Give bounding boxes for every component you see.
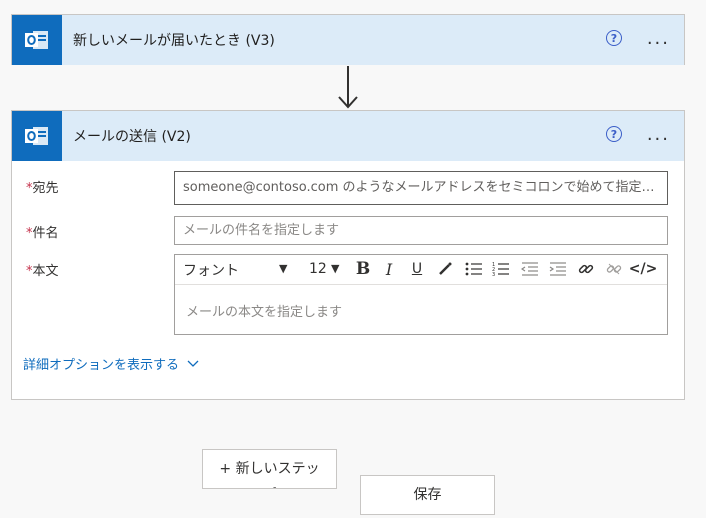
bulleted-list-icon[interactable] (463, 259, 485, 279)
show-advanced-options-link[interactable]: 詳細オプションを表示する (23, 354, 199, 373)
to-label: *宛先 (26, 177, 59, 196)
chevron-down-icon (187, 360, 199, 367)
arrow-down-icon (338, 66, 358, 109)
to-label-text: 宛先 (32, 181, 59, 196)
more-options-icon[interactable]: ... (647, 124, 670, 145)
chevron-down-icon[interactable]: ▼ (331, 262, 339, 275)
body-placeholder: メールの本文を指定します (186, 305, 343, 320)
subject-label-text: 件名 (32, 226, 59, 241)
svg-text:3: 3 (492, 272, 495, 277)
chevron-down-icon[interactable]: ▼ (279, 262, 287, 275)
action-header[interactable]: メールの送信 (V2) ? ... (12, 111, 684, 161)
subject-label: *件名 (26, 222, 59, 241)
trigger-title: 新しいメールが届いたとき (V3) (73, 33, 275, 49)
font-color-icon[interactable] (434, 259, 456, 279)
save-button[interactable]: 保存 (360, 475, 495, 515)
advanced-options-label: 詳細オプションを表示する (23, 358, 180, 373)
trigger-card[interactable]: 新しいメールが届いたとき (V3) ? ... (11, 14, 685, 65)
help-icon[interactable]: ? (606, 126, 622, 142)
outlook-icon (12, 111, 62, 161)
more-options-icon[interactable]: ... (647, 28, 670, 49)
body-label-text: 本文 (32, 264, 59, 279)
decrease-indent-icon[interactable] (519, 259, 541, 279)
outlook-icon (12, 15, 62, 65)
body-editor[interactable]: フォント ▼ 12 ▼ B I U 123 </> メールの本文を指定します (174, 254, 668, 335)
unlink-icon[interactable] (603, 259, 625, 279)
font-family-select[interactable]: フォント (183, 260, 239, 280)
italic-icon[interactable]: I (378, 259, 400, 279)
increase-indent-icon[interactable] (547, 259, 569, 279)
underline-icon[interactable]: U (406, 259, 428, 279)
link-icon[interactable] (575, 259, 597, 279)
help-icon[interactable]: ? (606, 30, 622, 46)
code-view-icon[interactable]: </> (629, 259, 658, 279)
numbered-list-icon[interactable]: 123 (490, 259, 512, 279)
action-title: メールの送信 (V2) (73, 129, 191, 145)
subject-input[interactable]: メールの件名を指定します (174, 216, 668, 245)
action-card[interactable]: メールの送信 (V2) ? ... *宛先 someone@contoso.co… (11, 110, 685, 400)
to-input[interactable]: someone@contoso.com のようなメールアドレスをセミコロンで始め… (174, 171, 668, 205)
bold-icon[interactable]: B (352, 259, 374, 279)
body-label: *本文 (26, 260, 59, 279)
editor-toolbar: フォント ▼ 12 ▼ B I U 123 </> (175, 255, 667, 285)
font-size-select[interactable]: 12 (309, 261, 327, 277)
new-step-button[interactable]: + 新しいステップ (202, 449, 337, 489)
trigger-header[interactable]: 新しいメールが届いたとき (V3) ? ... (12, 15, 684, 65)
